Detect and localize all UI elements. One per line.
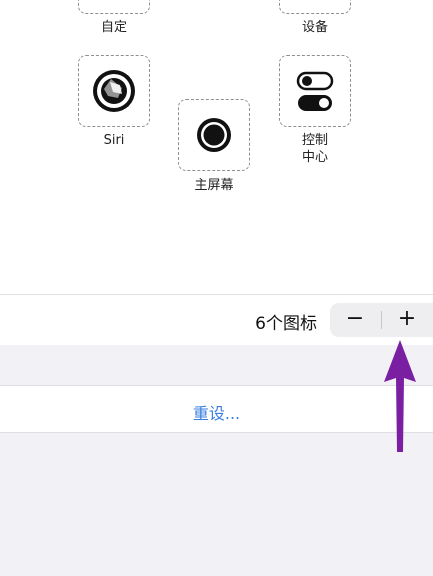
icon-count-label: 6个图标: [255, 314, 317, 334]
siri-label: Siri: [103, 133, 125, 148]
control-center-slot[interactable]: [279, 55, 351, 127]
reset-link[interactable]: 重设...: [0, 400, 433, 424]
control-center-label-line2: 中心: [301, 150, 328, 165]
assistive-touch-menu-grid: 自定 设备 Siri 主屏幕 控制 中心: [0, 0, 433, 294]
icon-count-row: 6个图标 − +: [0, 294, 433, 345]
device-label: 设备: [301, 20, 328, 35]
siri-slot[interactable]: [78, 55, 150, 127]
reset-row[interactable]: 重设...: [0, 385, 433, 433]
home-button-icon: [197, 118, 231, 152]
toggle-switch-icon: [296, 71, 334, 111]
control-center-label-line1: 控制: [301, 133, 328, 148]
siri-icon: [93, 70, 135, 112]
annotation-arrow: [384, 340, 416, 452]
custom-slot[interactable]: [78, 0, 150, 14]
custom-label: 自定: [100, 20, 127, 35]
decrement-button[interactable]: −: [330, 303, 380, 337]
device-slot[interactable]: [279, 0, 351, 14]
home-label: 主屏幕: [194, 178, 234, 193]
icon-count-stepper: − +: [330, 303, 433, 337]
increment-button[interactable]: +: [382, 303, 432, 337]
home-slot[interactable]: [178, 99, 250, 171]
section-gap: [0, 345, 433, 385]
